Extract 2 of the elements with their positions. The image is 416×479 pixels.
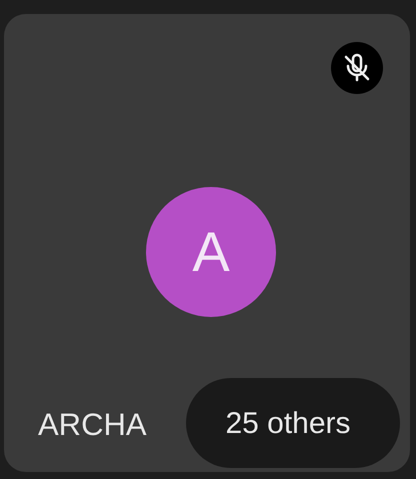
participant-name: ARCHA: [38, 406, 147, 444]
others-chip[interactable]: 25 others: [186, 378, 400, 468]
